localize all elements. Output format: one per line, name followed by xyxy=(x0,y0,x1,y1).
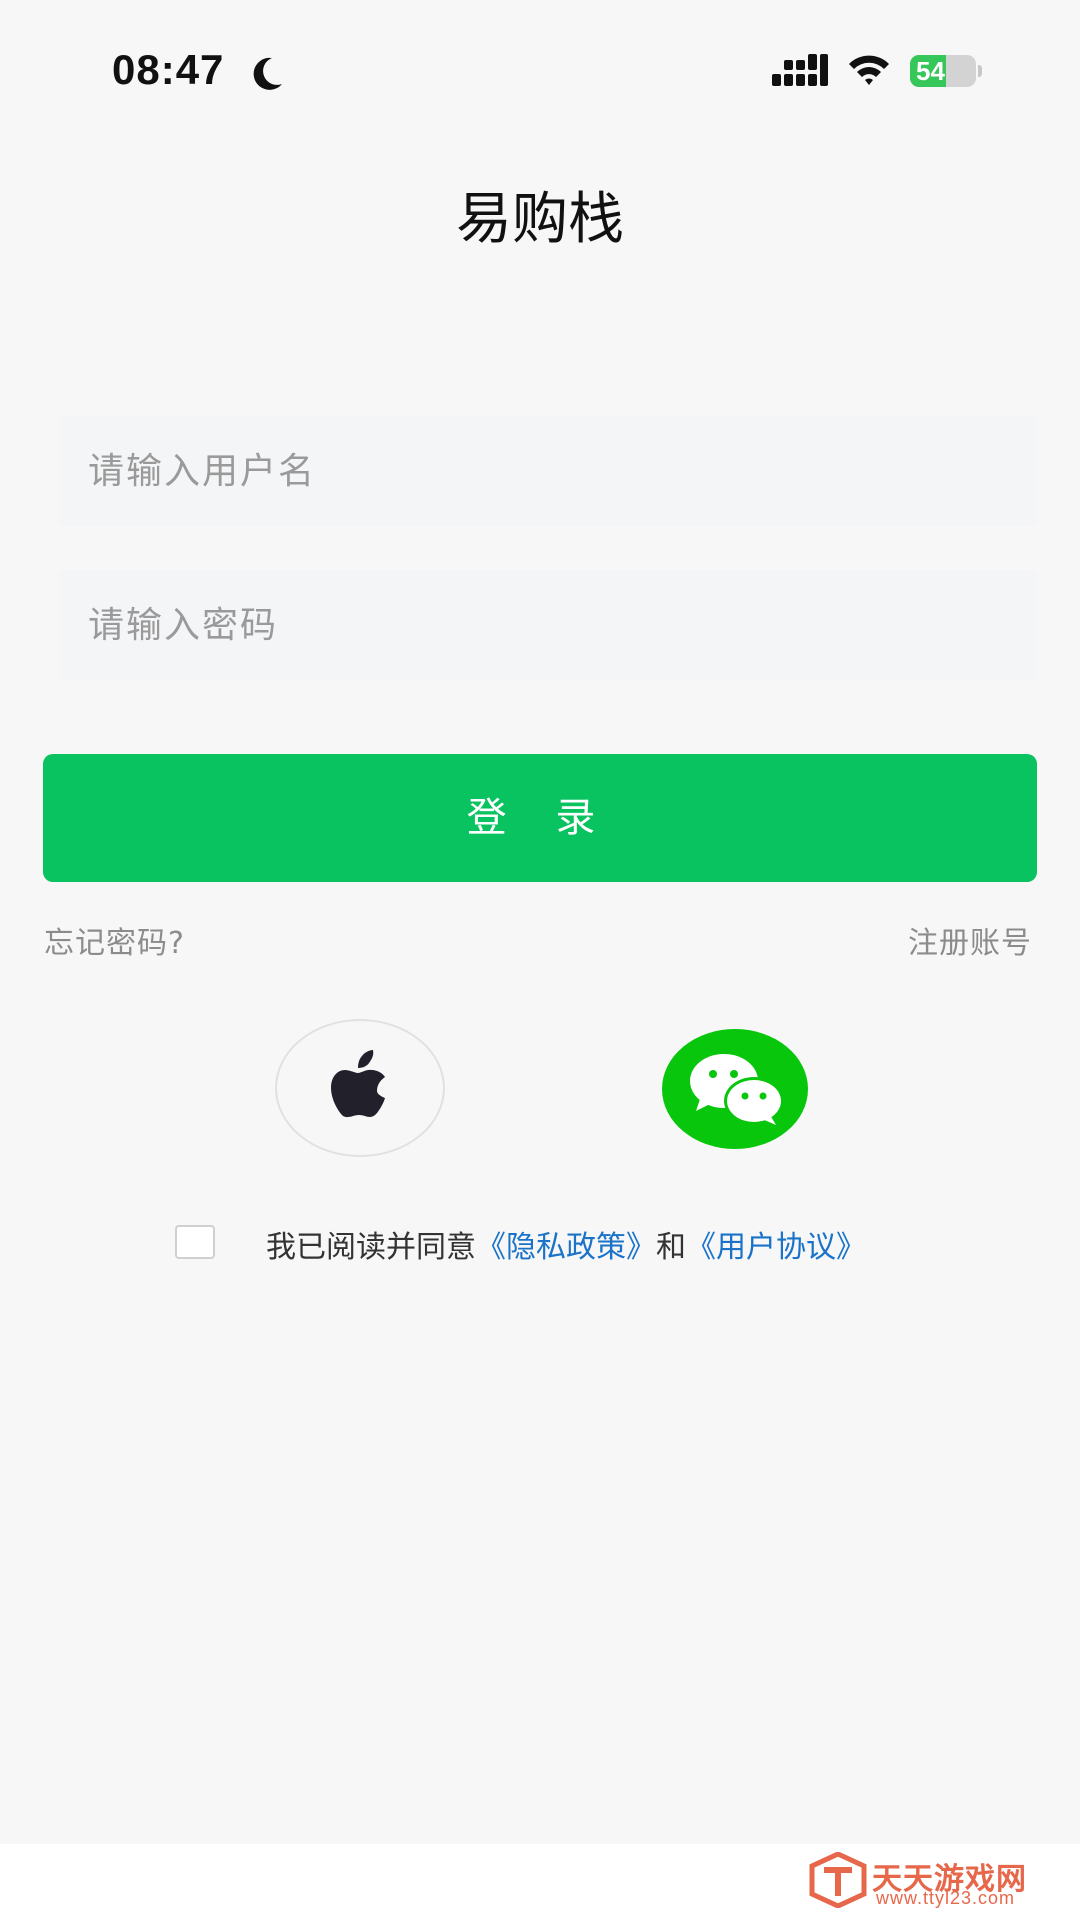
apple-icon xyxy=(331,1050,385,1118)
wifi-icon xyxy=(849,55,889,85)
battery-body: 54 xyxy=(910,55,976,87)
wechat-login-button[interactable] xyxy=(662,1029,808,1149)
moon-icon xyxy=(253,57,282,90)
user-agreement-link[interactable]: 《用户协议》 xyxy=(686,1230,866,1265)
agreement-text: 我已阅读并同意《隐私政策》和《用户协议》 xyxy=(266,1222,866,1266)
forgot-password-link[interactable]: 忘记密码? xyxy=(44,918,185,962)
agreement-connector: 和 xyxy=(656,1230,686,1265)
username-input[interactable] xyxy=(60,416,1036,526)
password-input[interactable] xyxy=(60,570,1036,680)
battery-charging-icon: 54 xyxy=(910,55,982,87)
status-time: 08:47 xyxy=(112,46,225,93)
watermark-logo-icon xyxy=(809,1852,867,1908)
login-screen: 08:47 54 易购栈 登 录 忘记密码? 注册账号 xyxy=(0,0,1080,1920)
battery-cap xyxy=(978,65,982,77)
apple-login-button[interactable] xyxy=(275,1019,445,1157)
battery-level: 54 xyxy=(916,56,945,86)
watermark-url: www.ttyl23.com xyxy=(876,1888,1016,1908)
privacy-policy-link[interactable]: 《隐私政策》 xyxy=(476,1230,656,1265)
signal-icon xyxy=(772,54,828,86)
agreement-checkbox[interactable] xyxy=(175,1225,215,1259)
login-button[interactable]: 登 录 xyxy=(43,754,1037,882)
wechat-icon xyxy=(690,1054,784,1125)
page-title: 易购栈 xyxy=(456,187,624,252)
agreement-prefix: 我已阅读并同意 xyxy=(266,1230,476,1265)
register-link[interactable]: 注册账号 xyxy=(908,918,1032,962)
